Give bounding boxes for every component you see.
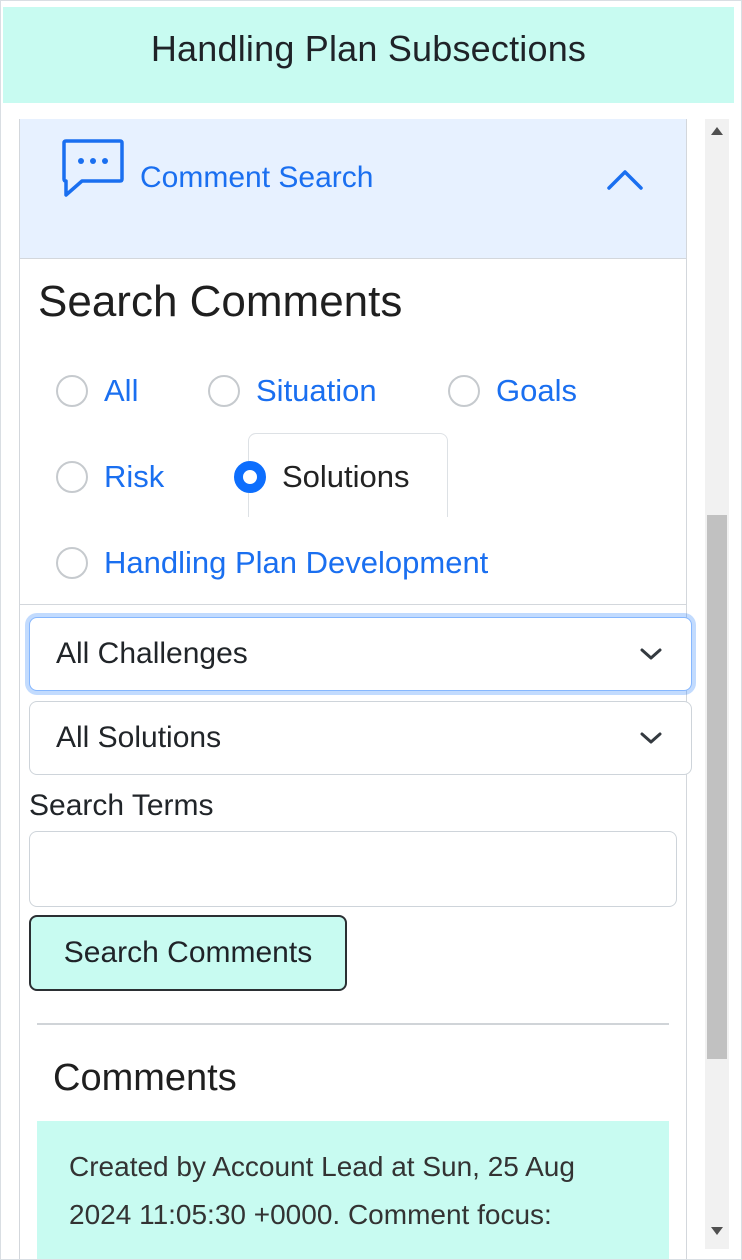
category-label: Situation	[256, 373, 377, 408]
category-radio-risk[interactable]: Risk	[56, 459, 164, 495]
search-terms-input[interactable]	[29, 831, 677, 907]
panel-header: Handling Plan Subsections	[3, 7, 734, 103]
solutions-select-value: All Solutions	[56, 721, 222, 754]
panel-title: Handling Plan Subsections	[150, 28, 587, 69]
comment-search-accordion-toggle[interactable]: Comment Search	[20, 119, 686, 259]
search-comments-heading: Search Comments	[38, 277, 403, 326]
search-comments-button[interactable]: Search Comments	[29, 915, 347, 991]
scroll-down-arrow-icon[interactable]	[709, 1223, 725, 1239]
category-label: Risk	[104, 459, 165, 494]
divider	[37, 1023, 669, 1025]
category-label: Goals	[496, 373, 577, 408]
category-radio-solutions[interactable]: Solutions	[234, 459, 410, 495]
challenges-select[interactable]: All Challenges	[29, 617, 692, 691]
comments-heading: Comments	[53, 1057, 237, 1099]
radio-indicator[interactable]	[56, 461, 88, 493]
comment-text: Created by Account Lead at Sun, 25 Aug 2…	[69, 1151, 575, 1230]
search-terms-label: Search Terms	[29, 789, 214, 822]
radio-indicator[interactable]	[208, 375, 240, 407]
category-label: Solutions	[282, 459, 410, 494]
radio-indicator[interactable]	[56, 547, 88, 579]
category-label: Handling Plan Development	[104, 545, 489, 580]
chevron-down-icon	[640, 648, 662, 660]
chevron-up-icon	[607, 170, 643, 190]
comment-card: Created by Account Lead at Sun, 25 Aug 2…	[37, 1121, 669, 1259]
chevron-down-icon	[640, 732, 662, 744]
solutions-select[interactable]: All Solutions	[29, 701, 692, 775]
category-radio-handling-plan-development[interactable]: Handling Plan Development	[56, 545, 488, 581]
app-frame: Handling Plan Subsections Comment Search…	[0, 0, 742, 1260]
divider	[20, 604, 686, 605]
scroll-up-arrow-icon[interactable]	[709, 123, 725, 139]
vertical-scrollbar[interactable]	[705, 119, 729, 1249]
scrollbar-thumb[interactable]	[707, 515, 727, 1059]
challenges-select-value: All Challenges	[56, 637, 248, 670]
category-radio-situation[interactable]: Situation	[208, 373, 377, 409]
radio-indicator-checked[interactable]	[234, 461, 266, 493]
radio-indicator[interactable]	[56, 375, 88, 407]
category-radio-goals[interactable]: Goals	[448, 373, 577, 409]
chat-dots-icon	[62, 139, 124, 197]
category-label: All	[104, 373, 139, 408]
accordion-title: Comment Search	[140, 161, 374, 194]
category-radio-all[interactable]: All	[56, 373, 138, 409]
radio-indicator[interactable]	[448, 375, 480, 407]
